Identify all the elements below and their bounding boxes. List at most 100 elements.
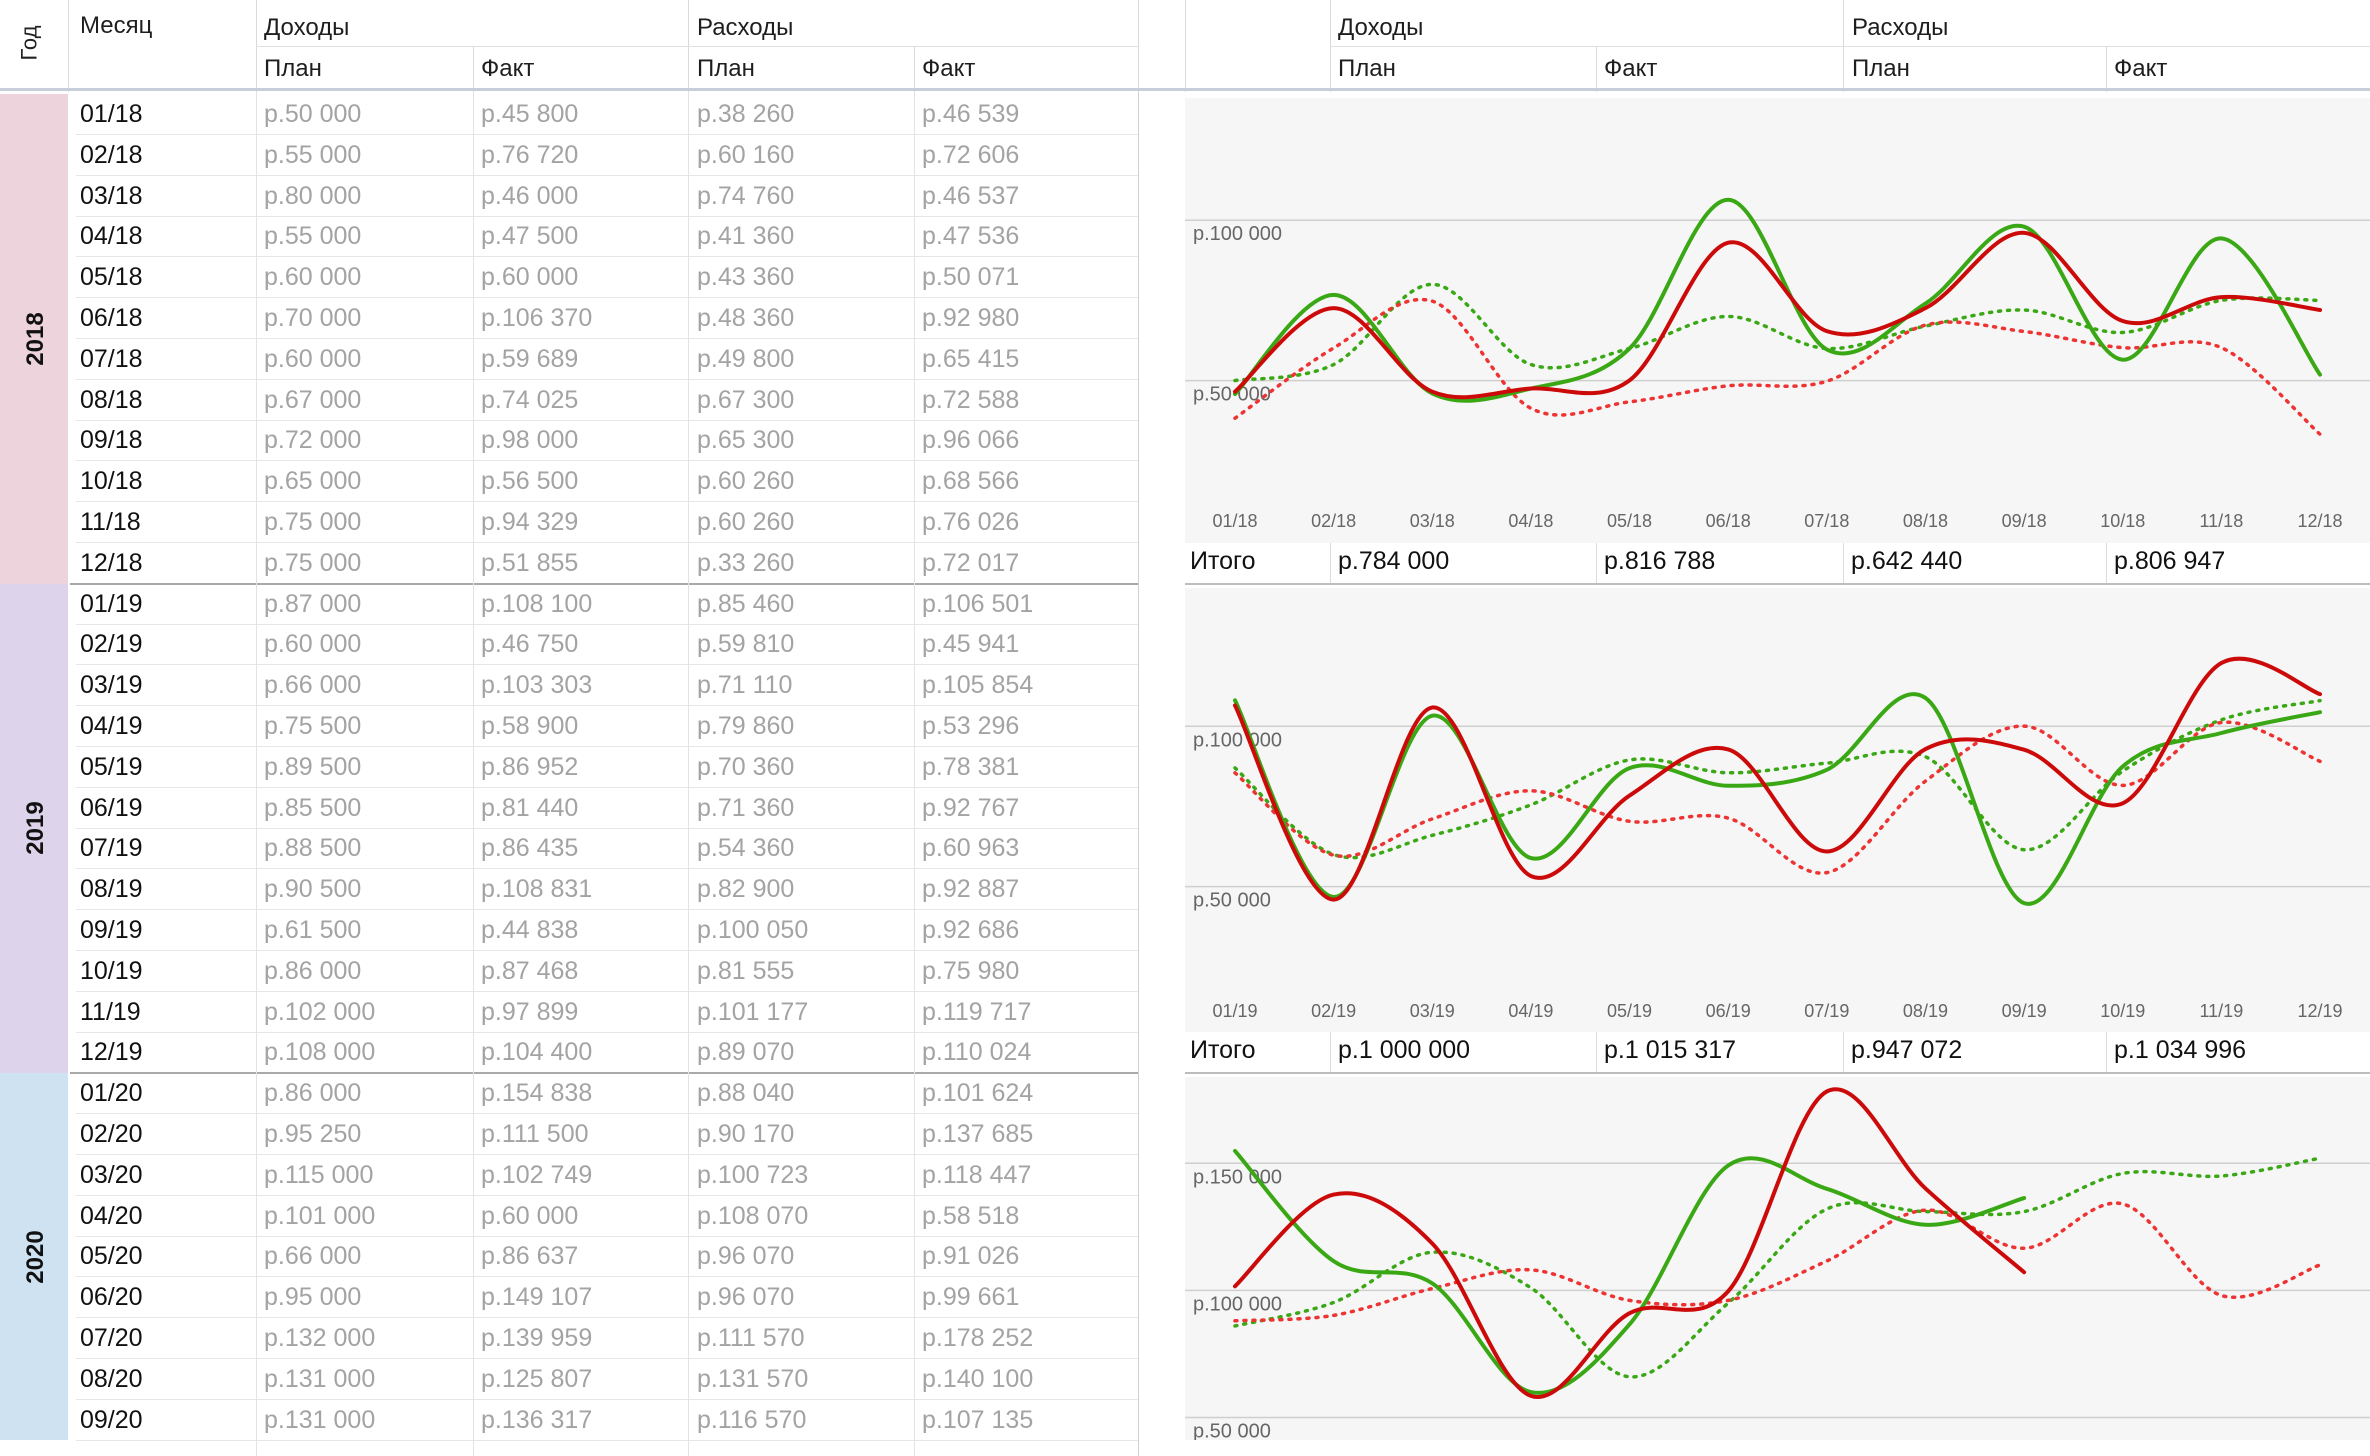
income-fact-cell[interactable]: р.106 370 <box>481 304 592 333</box>
income-plan-cell[interactable]: р.66 000 <box>264 671 361 700</box>
income-fact-cell[interactable]: р.111 500 <box>481 1120 589 1149</box>
expense-plan-cell[interactable]: р.60 260 <box>697 467 794 496</box>
expense-plan-cell[interactable]: р.60 160 <box>697 141 794 170</box>
expense-plan-cell[interactable]: р.49 800 <box>697 345 794 374</box>
table-row[interactable]: 04/18 р.55 000 р.47 500 р.41 360 р.47 536 <box>0 216 1138 258</box>
expense-fact-cell[interactable]: р.76 026 <box>922 508 1019 537</box>
income-fact-cell[interactable]: р.87 468 <box>481 957 578 986</box>
income-plan-cell[interactable]: р.88 500 <box>264 834 361 863</box>
expense-fact-cell[interactable]: р.178 252 <box>922 1324 1033 1353</box>
expense-fact-cell[interactable]: р.72 606 <box>922 141 1019 170</box>
expense-fact-header[interactable]: Факт <box>922 55 975 83</box>
expense-plan-cell[interactable]: р.60 260 <box>697 508 794 537</box>
income-fact-cell[interactable]: р.139 959 <box>481 1324 592 1353</box>
expense-plan-cell[interactable]: р.101 177 <box>697 998 808 1027</box>
table-row[interactable]: 07/18 р.60 000 р.59 689 р.49 800 р.65 415 <box>0 339 1138 380</box>
income-plan-cell[interactable]: р.65 000 <box>264 467 361 496</box>
table-row[interactable]: 04/20 р.101 000 р.60 000 р.108 070 р.58 518 <box>0 1196 1138 1237</box>
month-cell[interactable]: 11/19 <box>80 998 141 1027</box>
expense-plan-cell[interactable]: р.100 723 <box>697 1161 808 1190</box>
income-fact-cell[interactable]: р.86 435 <box>481 834 578 863</box>
table-row[interactable]: 05/18 р.60 000 р.60 000 р.43 360 р.50 071 <box>0 257 1138 299</box>
income-fact-cell[interactable]: р.58 900 <box>481 712 578 741</box>
income-fact-cell[interactable]: р.103 303 <box>481 671 592 700</box>
income-plan-cell[interactable]: р.75 000 <box>264 549 361 578</box>
table-row[interactable]: 11/18 р.75 000 р.94 329 р.60 260 р.76 026 <box>0 502 1138 543</box>
month-cell[interactable]: 02/20 <box>80 1120 143 1149</box>
expense-plan-cell[interactable]: р.54 360 <box>697 834 794 863</box>
month-cell[interactable]: 08/18 <box>80 386 143 415</box>
income-fact-cell[interactable]: р.60 000 <box>481 263 578 292</box>
income-fact-cell[interactable]: р.51 855 <box>481 549 578 578</box>
table-row[interactable]: 01/18 р.50 000 р.45 800 р.38 260 р.46 539 <box>0 94 1138 135</box>
month-cell[interactable]: 07/18 <box>80 345 143 374</box>
month-cell[interactable]: 09/19 <box>80 916 143 945</box>
expense-fact-cell[interactable]: р.78 381 <box>922 753 1019 782</box>
expense-plan-cell[interactable]: р.41 360 <box>697 222 794 251</box>
expense-plan-cell[interactable]: р.79 860 <box>697 712 794 741</box>
income-plan-cell[interactable]: р.115 000 <box>264 1161 373 1190</box>
month-cell[interactable]: 06/18 <box>80 304 143 333</box>
income-plan-cell[interactable]: р.89 500 <box>264 753 361 782</box>
income-plan-cell[interactable]: р.75 000 <box>264 508 361 537</box>
month-cell[interactable]: 01/19 <box>80 590 143 619</box>
expense-fact-cell[interactable]: р.72 017 <box>922 549 1019 578</box>
income-fact-cell[interactable]: р.44 838 <box>481 916 578 945</box>
table-row[interactable]: 03/18 р.80 000 р.46 000 р.74 760 р.46 537 <box>0 176 1138 217</box>
income-plan-cell[interactable]: р.85 500 <box>264 794 361 823</box>
income-fact-cell[interactable]: р.47 500 <box>481 222 578 251</box>
table-row[interactable]: 06/18 р.70 000 р.106 370 р.48 360 р.92 980 <box>0 298 1138 339</box>
expense-fact-cell[interactable]: р.105 854 <box>922 671 1033 700</box>
income-plan-cell[interactable]: р.55 000 <box>264 222 361 251</box>
table-row[interactable]: 08/19 р.90 500 р.108 831 р.82 900 р.92 887 <box>0 869 1138 911</box>
expense-fact-cell[interactable]: р.106 501 <box>922 590 1033 619</box>
month-cell[interactable]: 03/18 <box>80 182 143 211</box>
income-plan-cell[interactable]: р.90 500 <box>264 875 361 904</box>
month-column-header[interactable]: Месяц <box>80 12 152 40</box>
expense-fact-cell[interactable]: р.101 624 <box>922 1079 1033 1108</box>
income-plan-cell[interactable]: р.72 000 <box>264 426 361 455</box>
income-plan-cell[interactable]: р.50 000 <box>264 100 361 129</box>
expense-fact-cell[interactable]: р.72 588 <box>922 386 1019 415</box>
table-row[interactable]: 03/19 р.66 000 р.103 303 р.71 110 р.105 854 <box>0 665 1138 707</box>
income-plan-cell[interactable]: р.102 000 <box>264 998 375 1027</box>
income-plan-cell[interactable]: р.95 250 <box>264 1120 361 1149</box>
expense-fact-cell[interactable]: р.91 026 <box>922 1242 1019 1271</box>
income-plan-cell[interactable]: р.86 000 <box>264 1079 361 1108</box>
month-cell[interactable]: 09/20 <box>80 1406 143 1435</box>
expense-plan-cell[interactable]: р.59 810 <box>697 630 794 659</box>
expense-fact-cell[interactable]: р.110 024 <box>922 1038 1031 1067</box>
table-row[interactable]: 11/19 р.102 000 р.97 899 р.101 177 р.119 717 <box>0 992 1138 1033</box>
expense-fact-cell[interactable]: р.99 661 <box>922 1283 1019 1312</box>
income-plan-cell[interactable]: р.132 000 <box>264 1324 375 1353</box>
expense-plan-cell[interactable]: р.71 360 <box>697 794 794 823</box>
month-cell[interactable]: 12/19 <box>80 1038 143 1067</box>
expense-fact-cell[interactable]: р.92 980 <box>922 304 1019 333</box>
expense-fact-cell[interactable]: р.137 685 <box>922 1120 1033 1149</box>
expense-plan-cell[interactable]: р.108 070 <box>697 1202 808 1231</box>
income-plan-cell[interactable]: р.131 000 <box>264 1365 375 1394</box>
table-row[interactable]: 09/19 р.61 500 р.44 838 р.100 050 р.92 686 <box>0 910 1138 951</box>
chart-income-plan-header[interactable]: План <box>1338 55 1396 83</box>
table-row[interactable]: 06/19 р.85 500 р.81 440 р.71 360 р.92 767 <box>0 788 1138 829</box>
income-plan-cell[interactable]: р.80 000 <box>264 182 361 211</box>
income-plan-cell[interactable]: р.61 500 <box>264 916 361 945</box>
income-fact-cell[interactable]: р.46 000 <box>481 182 578 211</box>
expense-plan-cell[interactable]: р.81 555 <box>697 957 794 986</box>
expense-fact-cell[interactable]: р.140 100 <box>922 1365 1033 1394</box>
income-fact-cell[interactable]: р.60 000 <box>481 1202 578 1231</box>
table-row[interactable]: 01/20 р.86 000 р.154 838 р.88 040 р.101 624 <box>0 1073 1138 1115</box>
chart-panel-1[interactable]: р.100 000 р.50 000 01/18 02/18 03/18 04/18 05/… <box>1185 98 2370 543</box>
income-fact-cell[interactable]: р.59 689 <box>481 345 578 374</box>
month-cell[interactable]: 06/20 <box>80 1283 143 1312</box>
income-fact-cell[interactable]: р.74 025 <box>481 386 578 415</box>
month-cell[interactable]: 01/18 <box>80 100 143 129</box>
expense-fact-cell[interactable]: р.45 941 <box>922 630 1019 659</box>
income-fact-cell[interactable]: р.46 750 <box>481 630 578 659</box>
income-plan-cell[interactable]: р.67 000 <box>264 386 361 415</box>
expense-plan-cell[interactable]: р.90 170 <box>697 1120 794 1149</box>
expense-fact-cell[interactable]: р.58 518 <box>922 1202 1019 1231</box>
chart-expense-group-header[interactable]: Расходы <box>1852 14 1948 42</box>
table-row[interactable]: 03/20 р.115 000 р.102 749 р.100 723 р.118 44… <box>0 1155 1138 1196</box>
chart-panel-2[interactable]: р.100 000 р.50 000 01/19 02/19 03/19 04/19 05/… <box>1185 587 2370 1033</box>
